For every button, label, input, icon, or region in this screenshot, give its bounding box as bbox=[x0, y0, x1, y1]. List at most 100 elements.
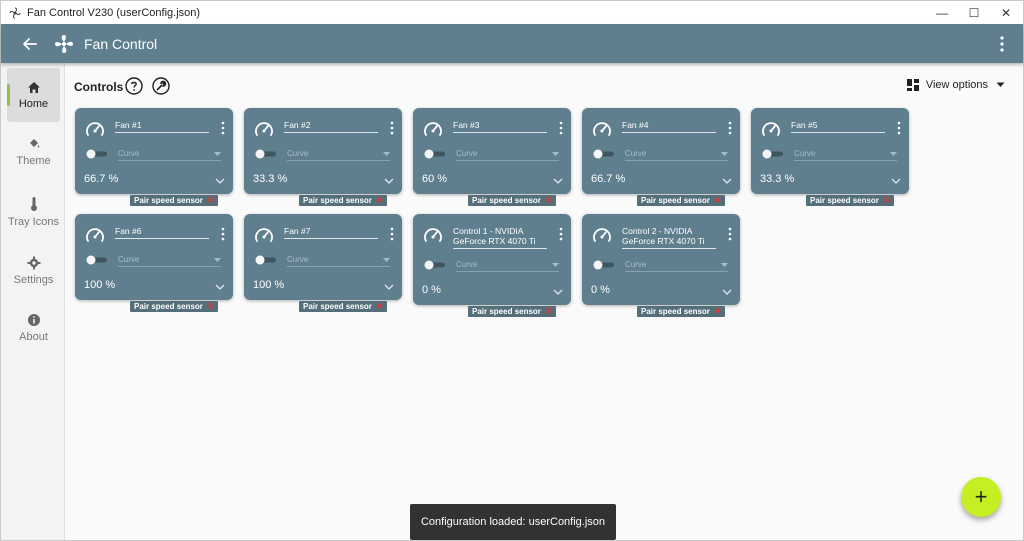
speedometer-icon bbox=[762, 122, 780, 136]
control-name[interactable]: Fan #1 bbox=[115, 120, 209, 133]
control-name[interactable]: Fan #4 bbox=[622, 120, 716, 133]
help-icon[interactable] bbox=[125, 77, 143, 95]
more-vert-icon[interactable] bbox=[728, 227, 732, 241]
more-vert-icon[interactable] bbox=[221, 227, 225, 241]
window-title: Fan Control V230 (userConfig.json) bbox=[27, 6, 201, 19]
control-name[interactable]: Control 1 - NVIDIA GeForce RTX 4070 Ti bbox=[453, 226, 547, 249]
pair-speed-sensor-badge[interactable]: Pair speed sensor ✕ bbox=[637, 306, 726, 317]
enable-toggle[interactable] bbox=[761, 149, 785, 159]
curve-select[interactable]: Curve bbox=[794, 149, 897, 161]
close-icon: ✕ bbox=[713, 195, 722, 205]
more-vert-icon[interactable] bbox=[390, 121, 394, 135]
sidebar-item-home[interactable]: Home bbox=[7, 68, 60, 122]
more-vert-icon[interactable] bbox=[728, 121, 732, 135]
curve-select[interactable]: Curve bbox=[456, 260, 559, 272]
curve-select[interactable]: Curve bbox=[625, 260, 728, 272]
view-options-button[interactable]: View options bbox=[906, 75, 1005, 95]
sidebar-item-theme[interactable]: Theme bbox=[7, 125, 60, 179]
back-arrow-icon[interactable] bbox=[21, 35, 39, 53]
pair-speed-sensor-badge[interactable]: Pair speed sensor ✕ bbox=[299, 195, 388, 206]
control-card[interactable]: Fan #2 Curve 33.3 % bbox=[244, 108, 402, 194]
wrench-icon[interactable] bbox=[152, 77, 170, 95]
chevron-down-icon[interactable] bbox=[891, 177, 901, 185]
sidebar-item-tray-icons[interactable]: Tray Icons bbox=[7, 183, 60, 241]
chevron-down-icon[interactable] bbox=[384, 283, 394, 291]
control-name[interactable]: Fan #3 bbox=[453, 120, 547, 133]
sidebar-item-settings[interactable]: Settings bbox=[7, 244, 60, 298]
fan-logo-icon bbox=[55, 34, 73, 53]
chevron-down-icon[interactable] bbox=[384, 177, 394, 185]
control-card[interactable]: Fan #4 Curve 66.7 % bbox=[582, 108, 740, 194]
sidebar-item-about[interactable]: About bbox=[7, 301, 60, 355]
fan-speed-percent: 33.3 % bbox=[760, 173, 795, 185]
control-name[interactable]: Control 2 - NVIDIA GeForce RTX 4070 Ti bbox=[622, 226, 716, 249]
close-button[interactable]: ✕ bbox=[989, 1, 1023, 24]
add-control-button[interactable]: + bbox=[961, 477, 1001, 517]
pair-speed-sensor-badge[interactable]: Pair speed sensor ✕ bbox=[468, 306, 557, 317]
more-vert-icon[interactable] bbox=[221, 121, 225, 135]
control-card[interactable]: Fan #5 Curve 33.3 % bbox=[751, 108, 909, 194]
curve-select-value: Curve bbox=[456, 149, 478, 158]
info-icon bbox=[27, 314, 40, 326]
enable-toggle[interactable] bbox=[85, 255, 109, 265]
speedometer-icon bbox=[593, 228, 611, 242]
pair-speed-sensor-badge[interactable]: Pair speed sensor ✕ bbox=[130, 301, 219, 312]
more-vert-icon[interactable] bbox=[390, 227, 394, 241]
chevron-down-icon[interactable] bbox=[722, 177, 732, 185]
more-vert-icon[interactable] bbox=[897, 121, 901, 135]
control-name[interactable]: Fan #2 bbox=[284, 120, 378, 133]
dropdown-arrow-icon bbox=[890, 152, 897, 156]
more-vert-icon[interactable] bbox=[559, 227, 563, 241]
close-icon: ✕ bbox=[206, 195, 215, 205]
curve-select[interactable]: Curve bbox=[625, 149, 728, 161]
app-window: Fan Control V230 (userConfig.json) — ☐ ✕… bbox=[0, 0, 1024, 541]
chevron-down-icon[interactable] bbox=[553, 177, 563, 185]
close-icon: ✕ bbox=[544, 195, 553, 205]
fan-speed-percent: 60 % bbox=[422, 173, 448, 185]
curve-select[interactable]: Curve bbox=[118, 149, 221, 161]
chevron-down-icon[interactable] bbox=[722, 288, 732, 296]
control-card[interactable]: Fan #1 Curve 66.7 % bbox=[75, 108, 233, 194]
pair-speed-sensor-badge[interactable]: Pair speed sensor ✕ bbox=[299, 301, 388, 312]
pair-speed-sensor-label: Pair speed sensor bbox=[810, 196, 879, 205]
curve-select[interactable]: Curve bbox=[287, 149, 390, 161]
curve-select[interactable]: Curve bbox=[118, 255, 221, 267]
speedometer-icon bbox=[424, 228, 442, 242]
fan-speed-percent: 0 % bbox=[591, 284, 610, 296]
control-card[interactable]: Fan #7 Curve 100 % bbox=[244, 214, 402, 300]
close-icon: ✕ bbox=[544, 306, 553, 316]
control-card[interactable]: Control 2 - NVIDIA GeForce RTX 4070 Ti C… bbox=[582, 214, 740, 305]
sidebar-item-label: Home bbox=[18, 97, 49, 110]
maximize-button[interactable]: ☐ bbox=[957, 1, 991, 24]
sidebar-item-label: About bbox=[19, 331, 48, 343]
pair-speed-sensor-badge[interactable]: Pair speed sensor ✕ bbox=[637, 195, 726, 206]
enable-toggle[interactable] bbox=[592, 260, 616, 270]
curve-select[interactable]: Curve bbox=[287, 255, 390, 267]
more-vert-icon[interactable] bbox=[559, 121, 563, 135]
minimize-button[interactable]: — bbox=[925, 1, 959, 24]
sidebar-item-label: Theme bbox=[16, 155, 51, 167]
chevron-down-icon[interactable] bbox=[553, 288, 563, 296]
pair-speed-sensor-badge[interactable]: Pair speed sensor ✕ bbox=[468, 195, 557, 206]
thermometer-icon bbox=[30, 197, 37, 211]
control-card[interactable]: Fan #6 Curve 100 % bbox=[75, 214, 233, 300]
control-card[interactable]: Fan #3 Curve 60 % bbox=[413, 108, 571, 194]
control-name[interactable]: Fan #7 bbox=[284, 226, 378, 239]
chevron-down-icon[interactable] bbox=[215, 177, 225, 185]
control-name[interactable]: Fan #5 bbox=[791, 120, 885, 133]
enable-toggle[interactable] bbox=[254, 149, 278, 159]
pair-speed-sensor-badge[interactable]: Pair speed sensor ✕ bbox=[130, 195, 219, 206]
enable-toggle[interactable] bbox=[85, 149, 109, 159]
enable-toggle[interactable] bbox=[592, 149, 616, 159]
pair-speed-sensor-badge[interactable]: Pair speed sensor ✕ bbox=[806, 195, 895, 206]
curve-select[interactable]: Curve bbox=[456, 149, 559, 161]
more-vert-icon[interactable] bbox=[997, 35, 1007, 53]
enable-toggle[interactable] bbox=[254, 255, 278, 265]
enable-toggle[interactable] bbox=[423, 260, 447, 270]
fan-speed-percent: 0 % bbox=[422, 284, 441, 296]
control-card[interactable]: Control 1 - NVIDIA GeForce RTX 4070 Ti C… bbox=[413, 214, 571, 305]
chevron-down-icon[interactable] bbox=[215, 283, 225, 291]
control-name[interactable]: Fan #6 bbox=[115, 226, 209, 239]
snackbar-toast: Configuration loaded: userConfig.json bbox=[410, 504, 616, 540]
enable-toggle[interactable] bbox=[423, 149, 447, 159]
